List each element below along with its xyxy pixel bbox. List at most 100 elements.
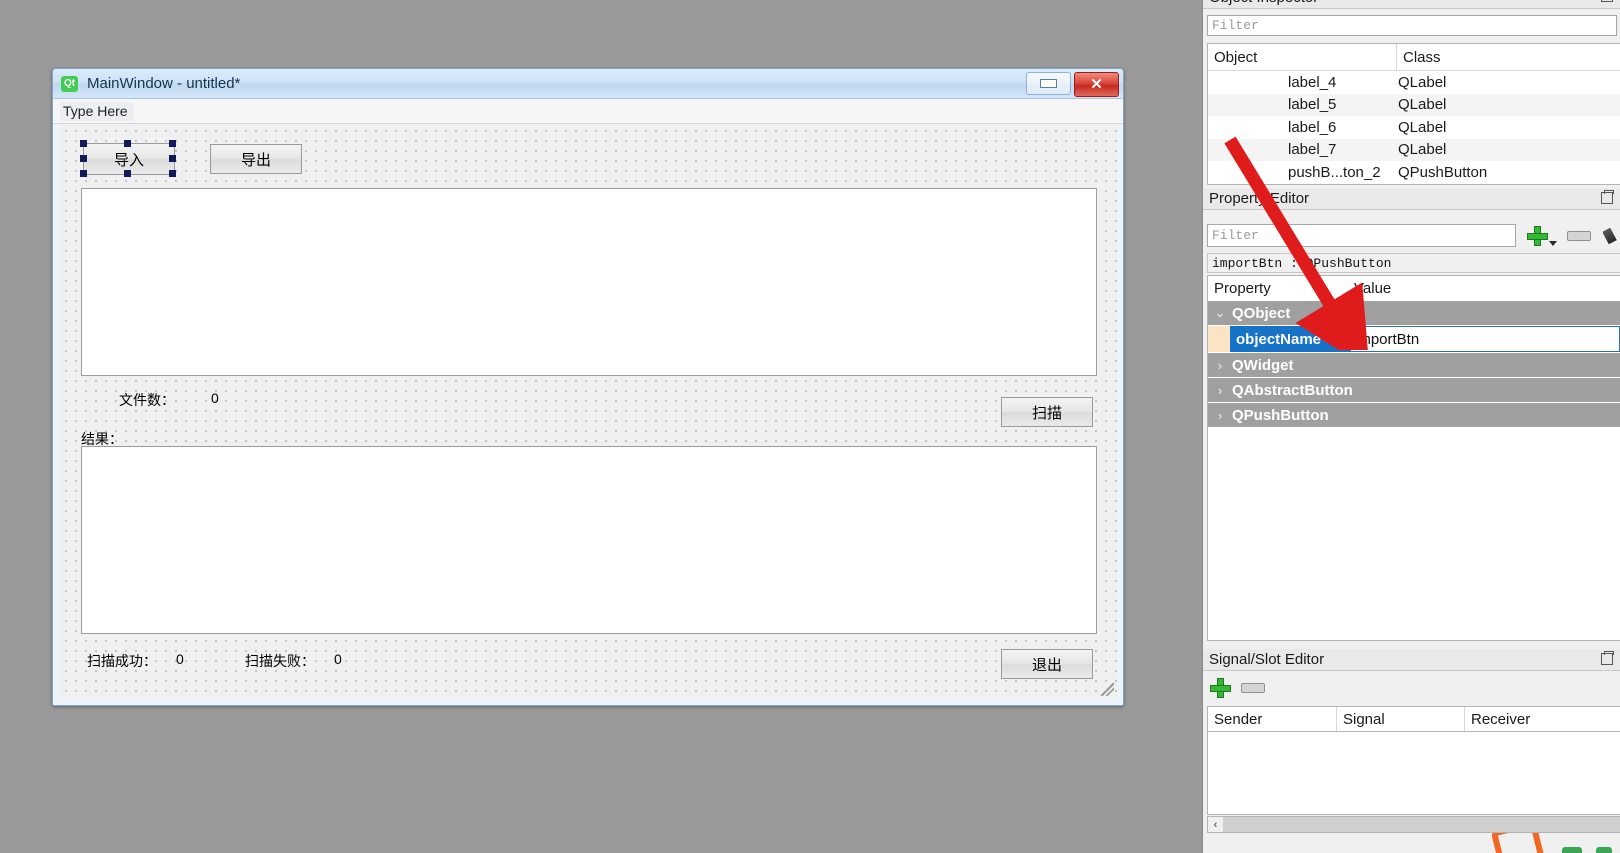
- sel-handle-tc[interactable]: [124, 140, 131, 147]
- qt-logo-icon: Qt: [61, 75, 78, 92]
- property-group-qabstractbutton[interactable]: › QAbstractButton: [1208, 378, 1620, 403]
- sel-handle-ml[interactable]: [80, 155, 87, 162]
- property-group-qwidget[interactable]: › QWidget: [1208, 353, 1620, 378]
- pencil-icon[interactable]: [1603, 228, 1617, 244]
- table-row[interactable]: label_5 QLabel: [1208, 93, 1620, 116]
- minimize-button[interactable]: [1026, 72, 1071, 95]
- row-object: label_7: [1288, 141, 1337, 159]
- group-label: QObject: [1232, 304, 1291, 322]
- menubar-type-here[interactable]: Type Here: [60, 101, 134, 121]
- signal-slot-hscrollbar[interactable]: ‹: [1207, 816, 1620, 833]
- app-icon-orange[interactable]: [1490, 833, 1546, 853]
- chevron-right-icon[interactable]: ›: [1208, 358, 1232, 373]
- objectname-value-input[interactable]: importBtn: [1350, 326, 1620, 352]
- close-icon: ✕: [1090, 76, 1103, 93]
- signal-slot-table-body[interactable]: [1207, 732, 1620, 815]
- object-inspector-title: Object Inspector: [1209, 0, 1318, 6]
- form-menubar[interactable]: Type Here: [53, 99, 1123, 124]
- scroll-left-icon[interactable]: ‹: [1208, 817, 1223, 832]
- scan-button[interactable]: 扫描: [1001, 397, 1093, 427]
- form-canvas[interactable]: 导入 导出 文件数： 0 扫描 结果： 扫描成功： 0 扫描失败： 0 退出: [59, 124, 1117, 699]
- col-value: Value: [1354, 280, 1392, 297]
- col-receiver: Receiver: [1464, 707, 1620, 731]
- chevron-right-icon[interactable]: ›: [1208, 408, 1232, 423]
- plus-icon[interactable]: [1209, 677, 1231, 699]
- undock-icon[interactable]: [1601, 0, 1613, 2]
- sel-handle-mr[interactable]: [169, 155, 176, 162]
- scan-success-label: 扫描成功：: [87, 653, 157, 669]
- row-object: label_5: [1288, 96, 1337, 114]
- object-inspector-table[interactable]: Object Class label_4 QLabel label_5 QLab…: [1207, 43, 1620, 185]
- scan-fail-label: 扫描失败：: [245, 653, 315, 669]
- group-label: QWidget: [1232, 356, 1294, 374]
- signal-slot-header: Sender Signal Receiver: [1207, 706, 1620, 732]
- scan-fail-value: 0: [334, 651, 342, 667]
- property-editor-toolbar[interactable]: Filter: [1207, 224, 1617, 247]
- minimize-icon: [1040, 79, 1057, 88]
- col-class: Class: [1396, 44, 1620, 70]
- file-list-textedit[interactable]: [81, 188, 1097, 376]
- undock-icon[interactable]: [1601, 190, 1614, 204]
- chevron-right-icon[interactable]: ›: [1208, 383, 1232, 398]
- right-dock-column: Object Inspector Filter Object Class lab…: [1202, 0, 1620, 853]
- group-label: QPushButton: [1232, 406, 1329, 424]
- file-count-value: 0: [211, 390, 219, 406]
- export-button[interactable]: 导出: [210, 144, 302, 174]
- table-row[interactable]: label_7 QLabel: [1208, 138, 1620, 161]
- minus-icon[interactable]: [1567, 230, 1591, 241]
- signal-slot-toolbar[interactable]: [1203, 676, 1620, 700]
- signal-slot-editor-title-bar[interactable]: Signal/Slot Editor: [1203, 649, 1620, 671]
- chevron-down-icon[interactable]: [1549, 241, 1557, 246]
- close-button[interactable]: ✕: [1074, 72, 1119, 97]
- sel-handle-tl[interactable]: [80, 140, 87, 147]
- table-row[interactable]: label_4 QLabel: [1208, 71, 1620, 94]
- row-object: pushB...ton_2: [1288, 163, 1381, 181]
- minus-icon[interactable]: [1241, 683, 1265, 693]
- row-class: QLabel: [1398, 96, 1447, 114]
- app-icon-green-1[interactable]: [1562, 847, 1582, 853]
- property-name-objectname[interactable]: objectName: [1230, 326, 1350, 352]
- row-class: QLabel: [1398, 73, 1447, 91]
- selected-object-breadcrumb: importBtn : QPushButton: [1207, 253, 1620, 273]
- tray-icons[interactable]: [1450, 833, 1620, 853]
- sel-handle-br[interactable]: [169, 170, 176, 177]
- file-count-label: 文件数：: [119, 392, 175, 408]
- col-object: Object: [1214, 48, 1258, 66]
- result-textedit[interactable]: [81, 446, 1097, 634]
- property-editor-table[interactable]: ⌄ QObject objectName importBtn › QWidget…: [1207, 301, 1620, 641]
- sel-handle-tr[interactable]: [169, 140, 176, 147]
- object-inspector-header: Object Class: [1208, 44, 1620, 71]
- row-class: QPushButton: [1398, 163, 1488, 181]
- property-group-qobject[interactable]: ⌄ QObject: [1208, 301, 1620, 326]
- app-icon-green-2[interactable]: [1596, 847, 1612, 853]
- object-inspector-title-bar[interactable]: Object Inspector: [1203, 0, 1620, 9]
- property-editor-title-bar[interactable]: Property Editor: [1203, 188, 1620, 210]
- row-class: QLabel: [1398, 118, 1447, 136]
- property-row-objectname[interactable]: objectName importBtn: [1208, 326, 1620, 353]
- signal-slot-editor-title: Signal/Slot Editor: [1209, 651, 1325, 668]
- property-editor-filter-input[interactable]: Filter: [1207, 224, 1516, 247]
- designer-form-mainwindow[interactable]: Qt MainWindow - untitled* ✕ Type Here 导入…: [52, 68, 1124, 706]
- mainwindow-title: MainWindow - untitled*: [87, 75, 241, 92]
- exit-button[interactable]: 退出: [1001, 649, 1093, 679]
- table-row[interactable]: pushB...ton_2 QPushButton: [1208, 161, 1620, 184]
- property-editor-header: Property Value: [1207, 275, 1620, 301]
- sel-handle-bl[interactable]: [80, 170, 87, 177]
- table-row[interactable]: label_6 QLabel: [1208, 116, 1620, 139]
- property-group-qpushbutton[interactable]: › QPushButton: [1208, 403, 1620, 428]
- object-inspector-filter-input[interactable]: Filter: [1207, 15, 1617, 36]
- row-class: QLabel: [1398, 141, 1447, 159]
- group-label: QAbstractButton: [1232, 381, 1353, 399]
- undock-icon[interactable]: [1601, 651, 1614, 665]
- scan-success-value: 0: [176, 651, 184, 667]
- col-property: Property: [1214, 280, 1271, 297]
- property-editor-title: Property Editor: [1209, 190, 1310, 207]
- mainwindow-titlebar[interactable]: Qt MainWindow - untitled* ✕: [53, 69, 1123, 99]
- resize-grip-icon[interactable]: [1101, 683, 1114, 696]
- chevron-down-icon[interactable]: ⌄: [1208, 305, 1232, 321]
- col-sender: Sender: [1214, 710, 1263, 728]
- col-signal: Signal: [1336, 707, 1464, 731]
- sel-handle-bc[interactable]: [124, 170, 131, 177]
- plus-icon[interactable]: [1526, 225, 1548, 247]
- window-controls[interactable]: ✕: [1026, 72, 1119, 97]
